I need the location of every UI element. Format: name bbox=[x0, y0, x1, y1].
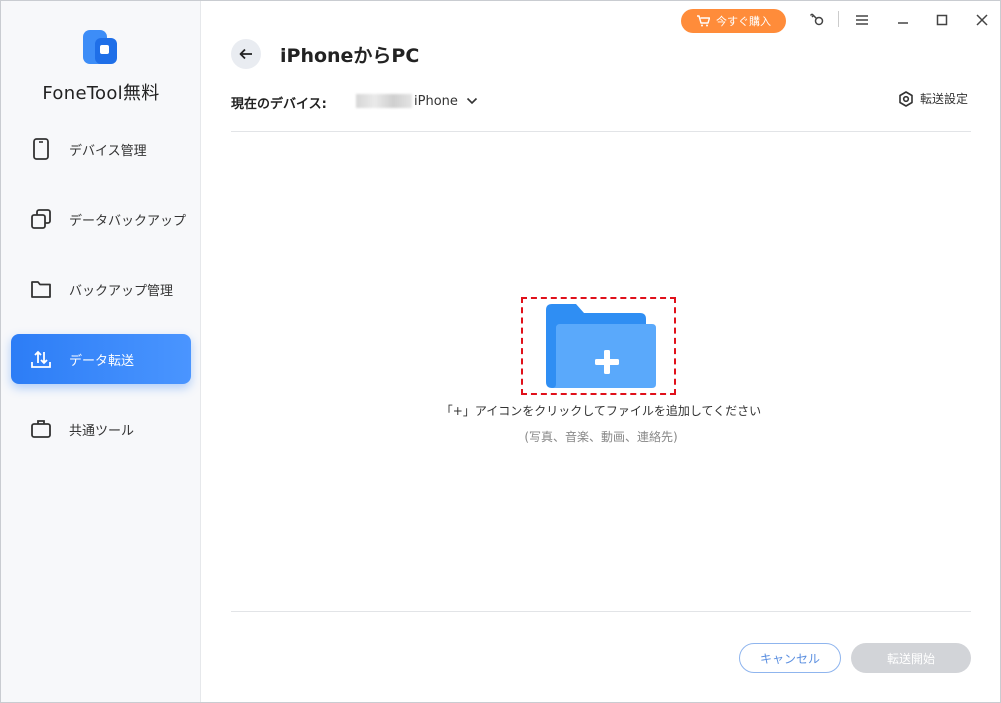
add-files-hint: 「+」アイコンをクリックしてファイルを追加してください bbox=[440, 404, 762, 418]
brand-name: FoneTool無料 bbox=[42, 83, 160, 104]
close-button[interactable] bbox=[968, 7, 996, 33]
sidebar: FoneTool無料 デバイス管理 データバックアップ バックアップ管理 データ… bbox=[1, 1, 201, 702]
arrow-left-icon bbox=[239, 48, 252, 60]
device-name: iPhone bbox=[414, 93, 458, 109]
menu-button[interactable] bbox=[848, 7, 876, 33]
add-files-button[interactable] bbox=[521, 297, 676, 395]
sidebar-item-label: バックアップ管理 bbox=[69, 283, 174, 299]
sidebar-nav: デバイス管理 データバックアップ バックアップ管理 データ転送 共通ツール bbox=[11, 124, 191, 474]
divider bbox=[231, 131, 971, 132]
sidebar-item-label: データ転送 bbox=[69, 353, 135, 369]
sidebar-item-label: デバイス管理 bbox=[69, 143, 147, 159]
folder-add-icon bbox=[546, 304, 656, 388]
current-device-label: 現在のデバイス: bbox=[231, 97, 327, 112]
buy-now-label: 今すぐ購入 bbox=[716, 15, 771, 28]
folder-icon bbox=[29, 277, 53, 301]
chevron-down-icon bbox=[466, 97, 477, 105]
close-icon bbox=[976, 14, 988, 26]
sidebar-item-data-transfer[interactable]: データ転送 bbox=[11, 334, 191, 384]
key-icon bbox=[809, 13, 824, 26]
back-button[interactable] bbox=[231, 39, 261, 69]
buy-now-button[interactable]: 今すぐ購入 bbox=[681, 9, 786, 33]
cart-icon bbox=[697, 15, 710, 27]
minimize-icon bbox=[898, 22, 908, 24]
divider bbox=[231, 611, 971, 612]
app-window: FoneTool無料 デバイス管理 データバックアップ バックアップ管理 データ… bbox=[0, 0, 1001, 703]
phone-icon bbox=[29, 137, 53, 161]
supported-types-hint: (写真、音楽、動画、連絡先) bbox=[524, 430, 678, 444]
fonetool-logo-icon bbox=[83, 30, 117, 64]
menu-icon bbox=[856, 15, 868, 25]
titlebar-separator bbox=[838, 11, 839, 27]
start-transfer-button[interactable]: 転送開始 bbox=[851, 643, 971, 673]
sidebar-item-device-management[interactable]: デバイス管理 bbox=[11, 124, 191, 174]
transfer-settings-label: 転送設定 bbox=[920, 92, 969, 106]
briefcase-icon bbox=[29, 417, 53, 441]
maximize-icon bbox=[936, 14, 948, 26]
sidebar-item-label: 共通ツール bbox=[69, 423, 135, 439]
minimize-button[interactable] bbox=[889, 7, 917, 33]
sidebar-item-backup-management[interactable]: バックアップ管理 bbox=[11, 264, 191, 314]
cancel-button[interactable]: キャンセル bbox=[739, 643, 841, 673]
maximize-button[interactable] bbox=[928, 7, 956, 33]
device-name-redacted bbox=[356, 94, 412, 108]
key-button[interactable] bbox=[803, 7, 831, 33]
transfer-settings-button[interactable]: 転送設定 bbox=[898, 90, 968, 107]
copy-icon bbox=[29, 207, 53, 231]
sidebar-item-common-tools[interactable]: 共通ツール bbox=[11, 404, 191, 454]
sidebar-item-data-backup[interactable]: データバックアップ bbox=[11, 194, 191, 244]
transfer-icon bbox=[29, 347, 53, 371]
sidebar-item-label: データバックアップ bbox=[69, 213, 187, 229]
device-selector[interactable]: iPhone bbox=[356, 89, 478, 113]
gear-icon bbox=[899, 90, 913, 107]
page-title: iPhoneからPC bbox=[280, 45, 420, 67]
